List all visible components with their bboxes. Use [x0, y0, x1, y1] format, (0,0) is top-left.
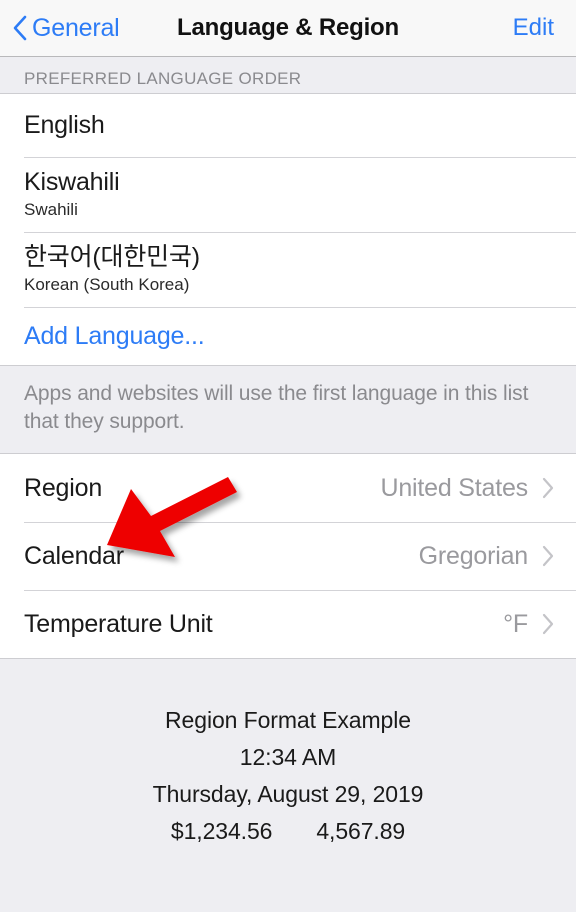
settings-row-accessory: United States	[381, 474, 555, 503]
language-name: English	[24, 110, 105, 139]
list-item[interactable]: Kiswahili Swahili	[0, 157, 576, 232]
settings-row-region[interactable]: Region United States	[0, 454, 576, 523]
region-settings-card: Region United States Calendar Gregorian …	[0, 453, 576, 660]
edit-button[interactable]: Edit	[513, 14, 554, 42]
language-name: 한국어(대한민국)	[24, 242, 200, 271]
chevron-right-icon	[542, 477, 554, 499]
settings-row-value: United States	[380, 473, 529, 502]
language-subtitle: Swahili	[24, 200, 78, 220]
settings-row-value: °F	[503, 609, 528, 638]
language-list-card: English Kiswahili Swahili 한국어(대한민국) Kore…	[0, 93, 576, 366]
region-format-example: Region Format Example 12:34 AM Thursday,…	[0, 659, 576, 846]
settings-row-label: Temperature Unit	[24, 609, 213, 638]
settings-row-calendar[interactable]: Calendar Gregorian	[0, 522, 576, 591]
settings-row-label: Region	[24, 473, 103, 502]
language-name: Kiswahili	[24, 167, 120, 196]
language-subtitle: Korean (South Korea)	[24, 275, 190, 295]
list-item[interactable]: 한국어(대한민국) Korean (South Korea)	[0, 232, 576, 307]
region-format-number: 4,567.89	[316, 818, 406, 845]
settings-row-value: Gregorian	[418, 541, 529, 570]
list-item[interactable]: English	[0, 94, 576, 157]
region-format-title: Region Format Example	[165, 707, 411, 734]
chevron-right-icon	[542, 613, 554, 635]
page-title: Language & Region	[177, 14, 399, 41]
language-section-header: PREFERRED LANGUAGE ORDER	[0, 57, 576, 93]
add-language-label: Add Language...	[24, 321, 205, 350]
settings-row-label: Calendar	[24, 541, 124, 570]
settings-row-accessory: °F	[503, 610, 554, 639]
settings-row-accessory: Gregorian	[419, 542, 554, 571]
language-section-footer: Apps and websites will use the first lan…	[0, 366, 576, 454]
settings-row-temperature-unit[interactable]: Temperature Unit °F	[0, 590, 576, 659]
region-format-date: Thursday, August 29, 2019	[152, 781, 424, 808]
navigation-bar: General Language & Region Edit	[0, 0, 576, 57]
add-language-button[interactable]: Add Language...	[0, 307, 576, 365]
region-format-currency: $1,234.56	[170, 818, 273, 845]
region-format-numbers: $1,234.56 4,567.89	[0, 818, 576, 845]
region-format-time: 12:34 AM	[239, 744, 337, 771]
chevron-right-icon	[542, 545, 554, 567]
